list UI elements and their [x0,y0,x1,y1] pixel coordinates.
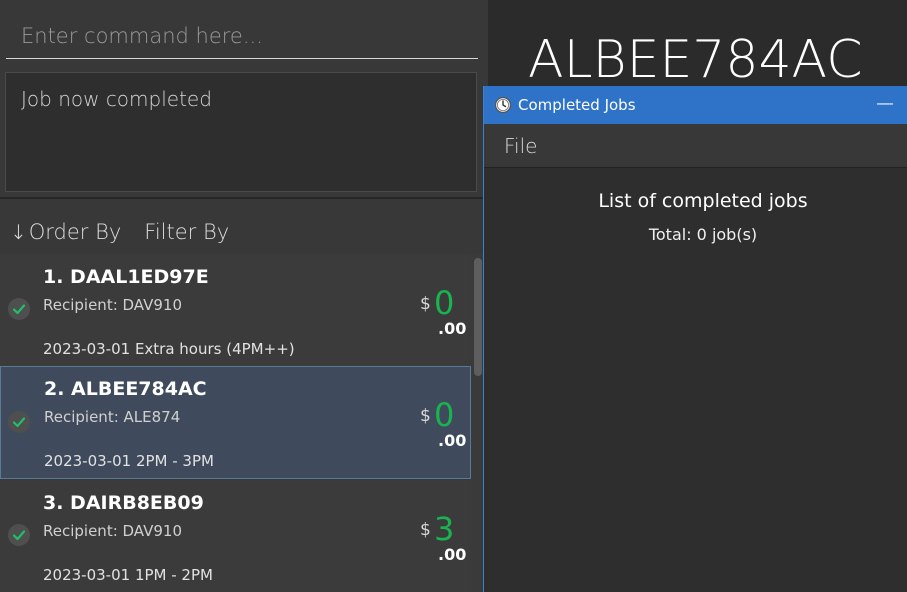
divider [0,197,484,199]
job-amount: 0 [434,396,455,434]
order-by-label: Order By [28,220,122,244]
job-list: 1. DAAL1ED97E Recipient: DAV910 2023-03-… [0,254,471,592]
command-box [6,14,478,59]
list-toolbar: ↓ Order By Filter By [0,212,229,252]
window-title: Completed Jobs [518,96,636,114]
window-titlebar[interactable]: Completed Jobs — [484,86,907,124]
job-amount-cents: .00 [438,431,467,450]
currency-symbol: $ [420,520,431,540]
completed-list-title: List of completed jobs [598,190,808,212]
result-message: Job now completed [21,87,212,111]
completed-total: Total: 0 job(s) [648,225,758,244]
job-amount-cents: .00 [438,545,467,564]
job-recipient: Recipient: ALE874 [44,408,181,426]
job-date: 2023-03-01 Extra hours (4PM++) [43,340,295,358]
result-display: Job now completed [5,72,477,192]
job-date: 2023-03-01 2PM - 3PM [44,452,214,470]
job-card[interactable]: 3. DAIRB8EB09 Recipient: DAV910 2023-03-… [0,480,471,592]
left-pane: Job now completed ↓ Order By Filter By 1… [0,0,490,592]
command-input[interactable] [6,14,478,58]
menu-file[interactable]: File [504,134,537,158]
minimize-button[interactable]: — [874,94,896,116]
job-recipient: Recipient: DAV910 [43,296,182,314]
job-title: 2. ALBEE784AC [44,378,207,400]
filter-by-button[interactable]: Filter By [144,220,229,244]
currency-symbol: $ [420,406,431,426]
detail-title: ALBEE784AC [528,30,863,90]
menu-bar: File [484,124,907,168]
order-by-button[interactable]: ↓ Order By [10,220,121,244]
job-title: 3. DAIRB8EB09 [43,492,204,514]
job-amount: 3 [434,510,455,548]
clock-icon [494,96,512,114]
filter-by-label: Filter By [144,220,230,244]
job-amount: 0 [434,284,455,322]
completed-check-icon [8,524,30,546]
app-window: Job now completed ↓ Order By Filter By 1… [0,0,907,592]
currency-symbol: $ [420,294,431,314]
completed-check-icon [8,411,30,433]
job-title: 1. DAAL1ED97E [43,266,209,288]
completed-jobs-window: Completed Jobs — File List of completed … [483,86,907,592]
scrollbar-thumb[interactable] [474,258,482,376]
sort-down-arrow-icon: ↓ [10,220,27,244]
job-card[interactable]: 1. DAAL1ED97E Recipient: DAV910 2023-03-… [0,254,471,366]
job-card-selected[interactable]: 2. ALBEE784AC Recipient: ALE874 2023-03-… [0,366,471,479]
job-date: 2023-03-01 1PM - 2PM [43,566,213,584]
job-recipient: Recipient: DAV910 [43,522,182,540]
job-amount-cents: .00 [438,319,467,338]
completed-check-icon [8,298,30,320]
